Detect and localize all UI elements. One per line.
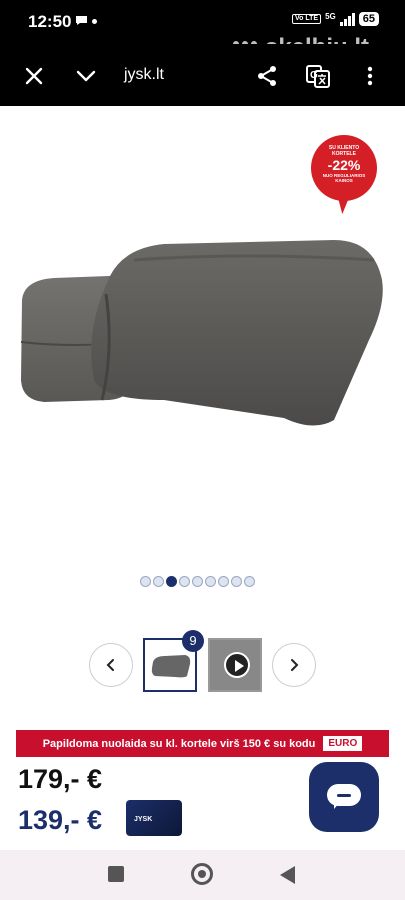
back-icon[interactable] (280, 866, 295, 884)
image-count-badge: 9 (182, 630, 204, 652)
promo-banner: Papildoma nuolaida su kl. kortele virš 1… (16, 730, 389, 757)
close-icon[interactable] (22, 64, 46, 88)
badge-bottom-text: NUO REGULIARIOS KAINOS (322, 173, 366, 183)
volte-indicator: Vo LTE (292, 14, 322, 24)
next-image-button[interactable] (272, 643, 316, 687)
gallery-dot[interactable] (140, 576, 151, 587)
gallery-dot[interactable] (153, 576, 164, 587)
recents-icon[interactable] (108, 866, 124, 882)
chat-button[interactable] (309, 762, 379, 832)
translate-icon[interactable]: G (306, 64, 330, 88)
promo-code: EURO (323, 736, 363, 751)
gallery-dot[interactable] (231, 576, 242, 587)
browser-toolbar: jysk.lt G (0, 44, 405, 106)
chat-icon-line (337, 794, 351, 797)
thumbnail-video[interactable] (208, 638, 262, 692)
network-type: 5G (325, 11, 336, 21)
chat-icon-tail (334, 802, 340, 809)
page-url[interactable]: jysk.lt (124, 66, 164, 84)
gallery-dot[interactable] (244, 576, 255, 587)
promo-text: Papildoma nuolaida su kl. kortele virš 1… (42, 737, 316, 750)
regular-price: 179,- € (18, 764, 103, 794)
card-label: JYSK (134, 816, 153, 823)
gallery-dot[interactable] (192, 576, 203, 587)
gallery-dot[interactable] (179, 576, 190, 587)
chevron-down-icon[interactable] (74, 64, 98, 88)
battery-icon: 65 (358, 12, 379, 26)
chat-notification-icon (76, 16, 87, 25)
member-price: 139,- € (18, 805, 103, 835)
share-icon[interactable] (255, 64, 279, 88)
gallery-dot-active[interactable] (166, 576, 177, 587)
status-indicators: Vo LTE 5G 65 (292, 12, 379, 26)
badge-top-text: SU KLIENTO KORTELE (328, 145, 360, 157)
previous-image-button[interactable] (89, 643, 133, 687)
system-navigation-bar (0, 850, 405, 900)
svg-text:G: G (310, 70, 318, 81)
product-image[interactable] (14, 230, 390, 440)
page-content: SU KLIENTO KORTELE -22% NUO REGULIARIOS … (0, 106, 405, 850)
notification-dot-icon (92, 19, 97, 24)
chevron-left-icon (106, 659, 114, 671)
badge-percent: -22% (327, 157, 361, 173)
more-vertical-icon[interactable] (358, 64, 382, 88)
home-icon[interactable] (191, 863, 213, 885)
signal-icon (339, 12, 355, 26)
chevron-right-icon (291, 659, 299, 671)
play-icon (224, 652, 250, 678)
club-card-image: JYSK (126, 800, 182, 836)
gallery-dot[interactable] (205, 576, 216, 587)
status-time: 12:50 (28, 12, 72, 31)
discount-badge: SU KLIENTO KORTELE -22% NUO REGULIARIOS … (311, 135, 377, 201)
gallery-pagination (140, 576, 255, 587)
gallery-dot[interactable] (218, 576, 229, 587)
